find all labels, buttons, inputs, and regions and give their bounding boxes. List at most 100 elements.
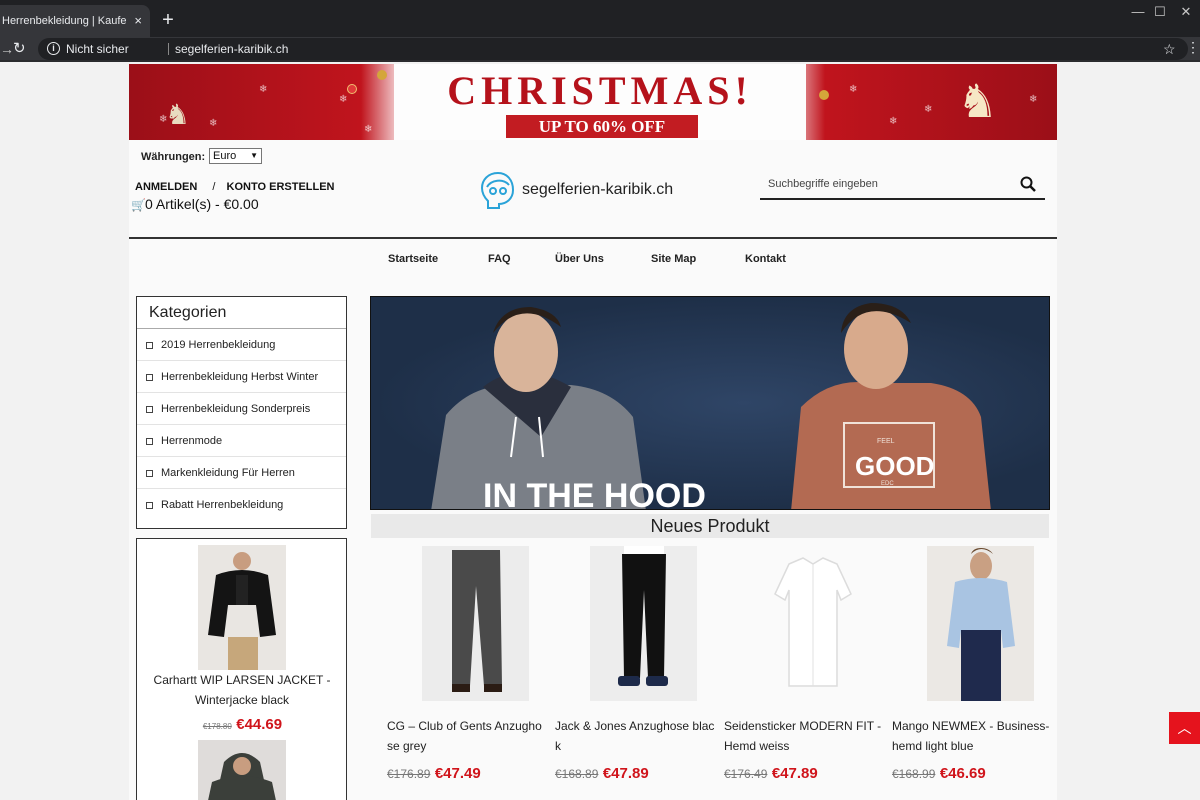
hero-text-left: IN THE HOOD [483, 477, 706, 510]
bookmark-star-icon[interactable]: ☆ [1163, 38, 1176, 60]
shirt-white-figure [759, 546, 866, 701]
product-name[interactable]: Seidensticker MODERN FIT - Hemd weiss [724, 716, 884, 756]
product-image[interactable] [927, 546, 1034, 701]
omnibox[interactable]: i Nicht sicher segelferien-karibik.ch ☆ [38, 38, 1188, 60]
nav-ueber-uns[interactable]: Über Uns [555, 253, 604, 265]
banner-center: CHRISTMAS! UP TO 60% OFF [394, 64, 806, 140]
site-logo[interactable]: segelferien-karibik.ch [479, 170, 689, 210]
product-price: €176.89 €47.49 [387, 765, 481, 783]
caret-down-icon: ▼ [250, 151, 258, 160]
currency-label: Währungen: [141, 151, 206, 163]
scroll-to-top-button[interactable]: ︿ [1169, 712, 1200, 744]
logo-icon [480, 171, 515, 209]
web-page: ❄ ❄ ❄ ❄ ❄ ♞ CHRISTMAS! UP TO 60% OFF ❄ ❄… [129, 64, 1057, 800]
hero-banner[interactable]: IN THE HOOD FEEL GOOD EDC [370, 296, 1050, 510]
snowflake-icon: ❄ [889, 116, 898, 127]
sidebar-product-name[interactable]: Carhartt WIP LARSEN JACKET - Winterjacke… [142, 670, 342, 710]
ornament-icon [377, 70, 387, 80]
account-links: ANMELDEN / KONTO ERSTELLEN [135, 181, 335, 193]
categories-box: Kategorien 2019 Herrenbekleidung Herrenb… [136, 296, 347, 529]
currency-value: Euro [213, 150, 237, 162]
category-label: Herrenbekleidung Herbst Winter [161, 371, 319, 383]
sidebar-product-image-2[interactable] [198, 740, 286, 800]
category-item[interactable]: Herrenbekleidung Sonderpreis [137, 393, 346, 425]
reindeer-icon: ♞ [165, 99, 191, 130]
snowflake-icon: ❄ [209, 118, 218, 129]
snowflake-icon: ❄ [924, 104, 933, 115]
tab-title: Herrenbekleidung | Kaufen Sie Bi [2, 15, 127, 27]
sidebar-product-box: Carhartt WIP LARSEN JACKET - Winterjacke… [136, 538, 347, 800]
category-item[interactable]: Markenkleidung Für Herren [137, 457, 346, 489]
nav-faq[interactable]: FAQ [488, 253, 511, 265]
sidebar-product-price: €178.80 €44.69 [137, 716, 346, 734]
banner-subtitle: UP TO 60% OFF [506, 115, 698, 138]
category-item[interactable]: 2019 Herrenbekleidung [137, 329, 346, 361]
sidebar-product-image[interactable] [198, 545, 286, 670]
login-link[interactable]: ANMELDEN [135, 181, 197, 193]
category-label: Rabatt Herrenbekleidung [161, 499, 284, 511]
search-input[interactable]: Suchbegriffe eingeben [768, 178, 878, 190]
cart-text: 0 Artikel(s) - €0.00 [145, 196, 259, 212]
url-text[interactable]: segelferien-karibik.ch [175, 38, 288, 60]
trousers-grey-figure [422, 546, 529, 701]
category-item[interactable]: Herrenmode [137, 425, 346, 457]
product-price: €168.99 €46.69 [892, 765, 986, 783]
account-separator: / [212, 181, 216, 193]
old-price: €168.89 [555, 767, 599, 781]
back-arrow-icon[interactable]: → [0, 37, 14, 61]
window-close-icon[interactable]: ✕ [1176, 4, 1196, 20]
register-link[interactable]: KONTO ERSTELLEN [227, 181, 335, 193]
product-name[interactable]: CG – Club of Gents Anzughose grey [387, 716, 547, 756]
snowflake-icon: ❄ [849, 84, 858, 95]
browser-menu-icon[interactable]: ⋮ [1186, 39, 1200, 56]
category-label: Markenkleidung Für Herren [161, 467, 295, 479]
new-price: €47.89 [771, 765, 818, 782]
banner-title: CHRISTMAS! [447, 68, 753, 113]
browser-tab[interactable]: Herrenbekleidung | Kaufen Sie Bi × [0, 5, 150, 37]
new-tab-button[interactable]: + [158, 6, 178, 34]
product-name[interactable]: Jack & Jones Anzughose black [555, 716, 715, 756]
category-label: Herrenbekleidung Sonderpreis [161, 403, 311, 415]
product-image[interactable] [422, 546, 529, 701]
checkbox-icon [146, 501, 153, 509]
header-divider [129, 237, 1057, 239]
info-icon[interactable]: i [47, 42, 60, 55]
product-image[interactable] [759, 546, 866, 701]
checkbox-icon [146, 405, 153, 413]
nav-kontakt[interactable]: Kontakt [745, 253, 786, 265]
search-icon[interactable] [1019, 175, 1037, 193]
search-bar: Suchbegriffe eingeben [760, 172, 1045, 200]
category-item[interactable]: Rabatt Herrenbekleidung [137, 489, 346, 521]
hero-text-right-top: FEEL [877, 438, 895, 445]
old-price: €176.49 [724, 767, 768, 781]
address-bar: → ↻ i Nicht sicher segelferien-karibik.c… [0, 37, 1200, 62]
new-price: €47.49 [434, 765, 481, 782]
reload-icon[interactable]: ↻ [13, 37, 26, 61]
currency-select[interactable]: Euro ▼ [209, 148, 262, 164]
jacket-figure [198, 545, 286, 670]
security-label[interactable]: Nicht sicher [66, 38, 129, 60]
category-label: Herrenmode [161, 435, 223, 447]
parka-figure [198, 740, 286, 800]
hero-text-right: GOOD [855, 451, 934, 481]
old-price: €176.89 [387, 767, 431, 781]
section-title: Neues Produkt [371, 514, 1049, 538]
ornament-icon [347, 84, 357, 94]
snowflake-icon: ❄ [259, 84, 268, 95]
christmas-banner[interactable]: ❄ ❄ ❄ ❄ ❄ ♞ CHRISTMAS! UP TO 60% OFF ❄ ❄… [129, 64, 1057, 140]
minimize-icon[interactable]: — [1128, 4, 1148, 19]
shirt-blue-figure [927, 546, 1034, 701]
category-item[interactable]: Herrenbekleidung Herbst Winter [137, 361, 346, 393]
old-price: €168.99 [892, 767, 936, 781]
checkbox-icon [146, 469, 153, 477]
cart-summary[interactable]: 🛒0 Artikel(s) - €0.00 [131, 196, 259, 212]
close-tab-icon[interactable]: × [134, 5, 142, 37]
nav-startseite[interactable]: Startseite [388, 253, 438, 265]
product-image[interactable] [590, 546, 697, 701]
product-name[interactable]: Mango NEWMEX - Business­hemd light blue [892, 716, 1052, 756]
hero-text-right-bottom: EDC [881, 481, 894, 487]
omnibox-separator [168, 43, 169, 55]
maximize-icon[interactable]: ☐ [1150, 4, 1170, 20]
checkbox-icon [146, 373, 153, 381]
nav-site-map[interactable]: Site Map [651, 253, 696, 265]
